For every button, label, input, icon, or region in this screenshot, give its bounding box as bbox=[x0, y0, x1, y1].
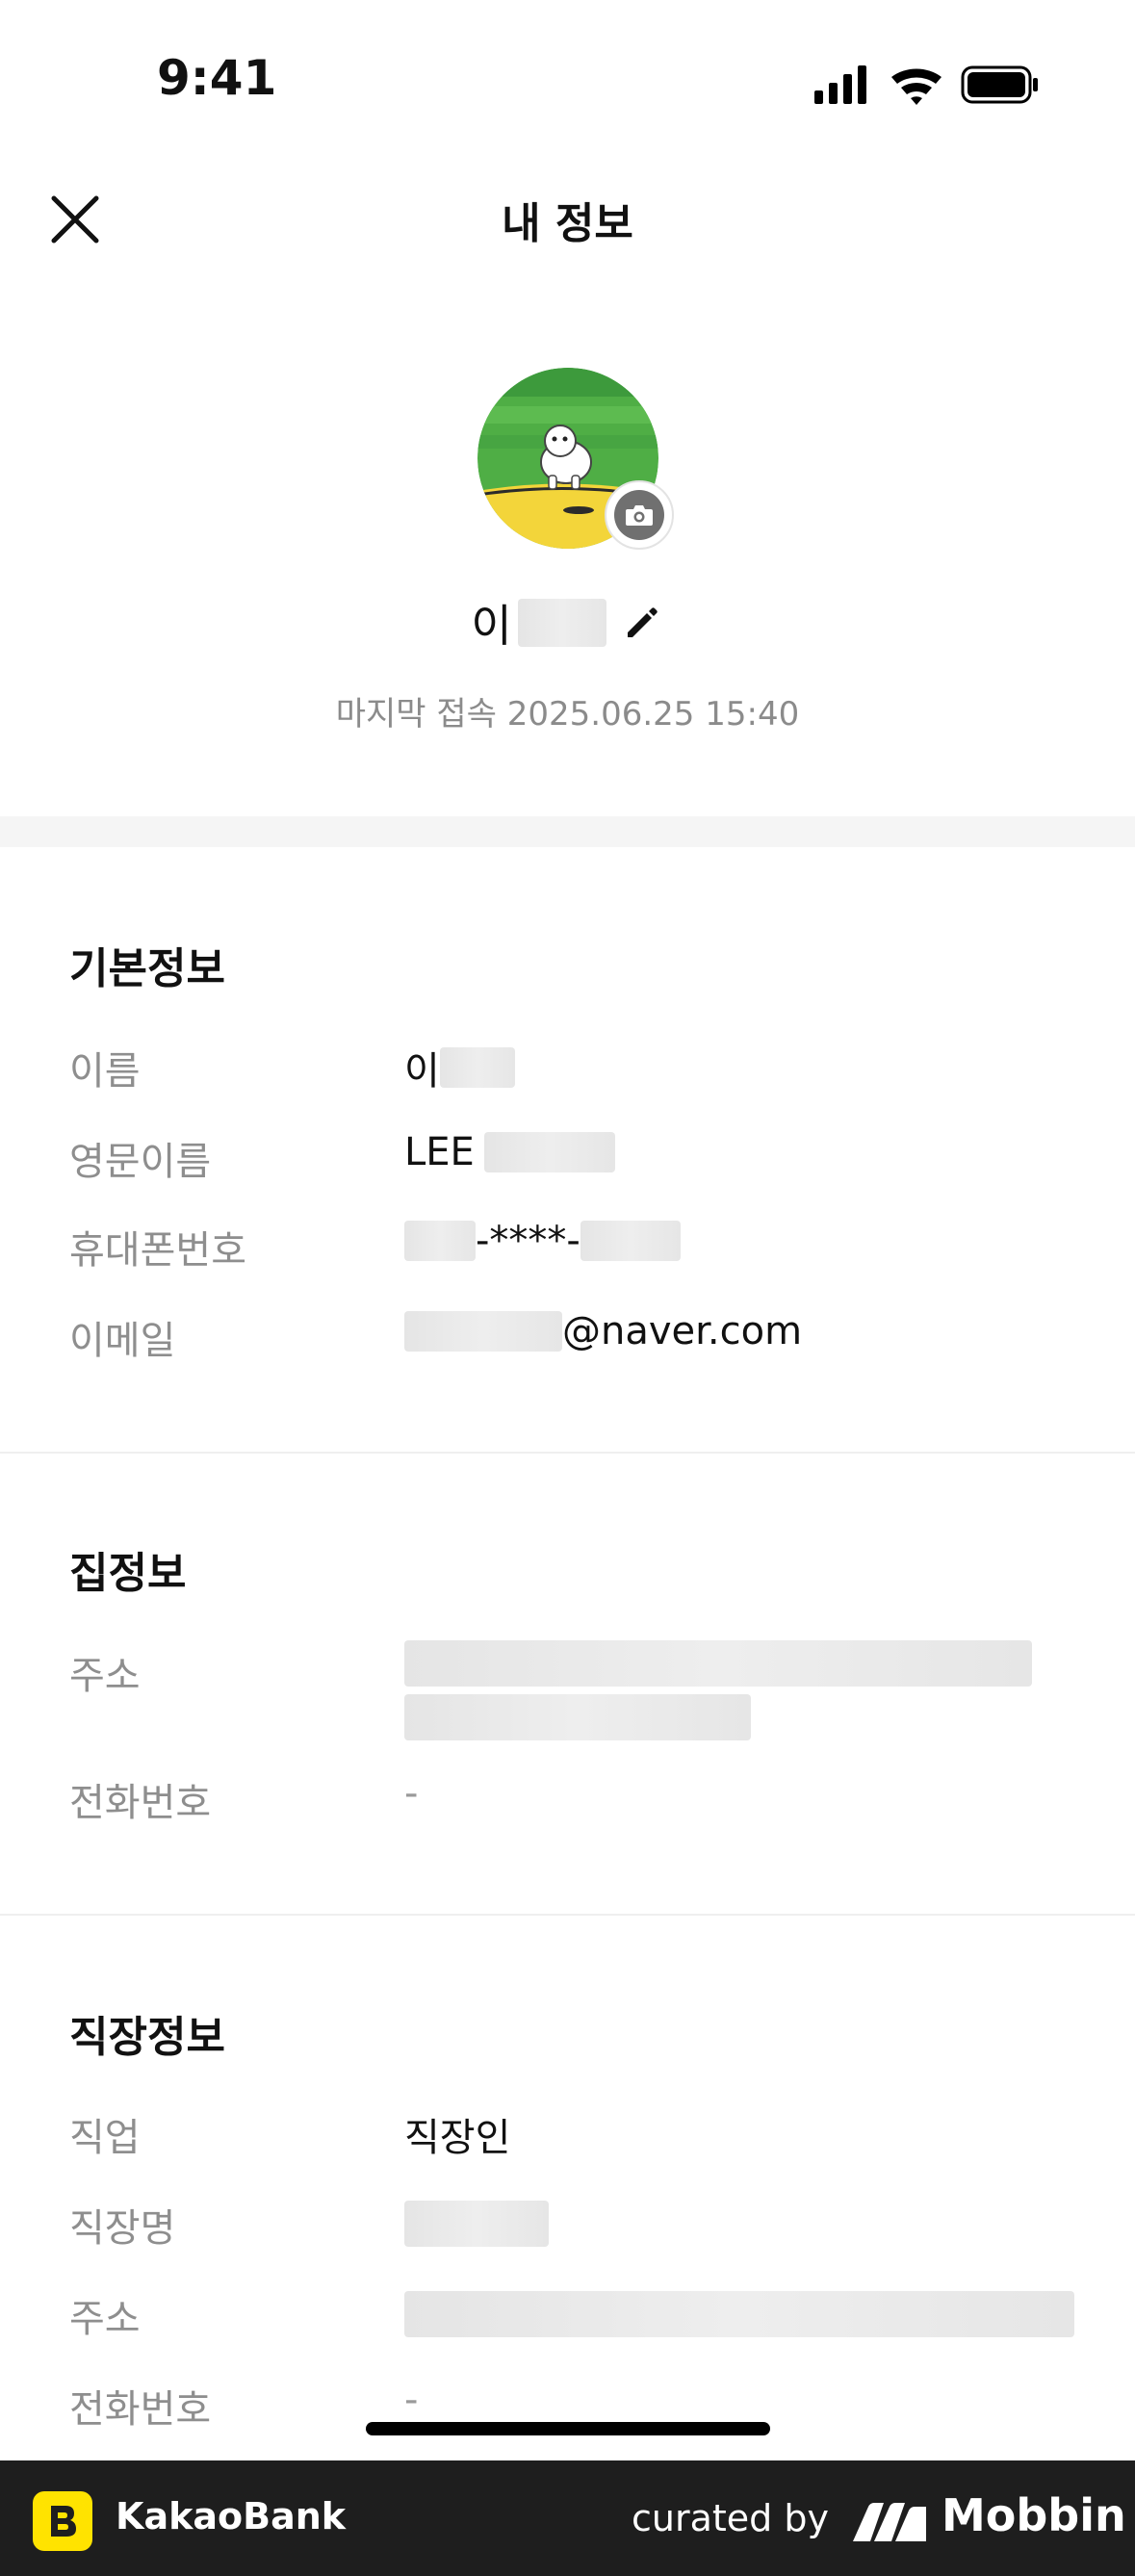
work-info-title: 직장정보 bbox=[69, 2013, 225, 2062]
name-value: 이 bbox=[404, 1040, 515, 1095]
last-login: 마지막 접속 2025.06.25 15:40 bbox=[335, 695, 800, 734]
section-divider bbox=[0, 816, 1135, 847]
job-value: 직장인 bbox=[404, 2116, 511, 2160]
redacted-name bbox=[439, 1047, 515, 1088]
name-label: 이름 bbox=[69, 1049, 141, 1094]
mobbin-brand: Mobbin bbox=[942, 2489, 1126, 2541]
home-address-label: 주소 bbox=[69, 1654, 141, 1698]
redacted-phone-suffix bbox=[580, 1221, 681, 1261]
section-divider bbox=[0, 1914, 1135, 1916]
work-phone-value: - bbox=[404, 2378, 419, 2422]
curated-by-label: curated by bbox=[632, 2497, 829, 2539]
basic-info-title: 기본정보 bbox=[69, 944, 225, 993]
home-indicator bbox=[366, 2422, 770, 2435]
signal-icon bbox=[814, 65, 866, 104]
edit-name-button[interactable] bbox=[620, 601, 664, 645]
kakaobank-b-icon bbox=[51, 2506, 76, 2537]
mobile-value: -****- bbox=[404, 1219, 681, 1263]
redacted-phone-prefix bbox=[404, 1221, 476, 1261]
redacted-name bbox=[517, 599, 606, 647]
change-photo-button[interactable] bbox=[605, 480, 674, 550]
battery-icon bbox=[961, 65, 1038, 104]
redacted-home-address-line1 bbox=[404, 1640, 1032, 1687]
status-icons bbox=[814, 65, 1038, 105]
kakaobank-logo-icon bbox=[33, 2491, 92, 2551]
profile-name-row: 이 bbox=[0, 589, 1135, 657]
job-label: 직업 bbox=[69, 2116, 141, 2160]
redacted-work-address bbox=[404, 2291, 1074, 2337]
profile-name: 이 bbox=[471, 600, 512, 652]
wifi-icon bbox=[891, 68, 942, 105]
section-divider bbox=[0, 1452, 1135, 1454]
redacted-home-address-line2 bbox=[404, 1694, 751, 1740]
camera-icon bbox=[626, 505, 653, 526]
page-title: 내 정보 bbox=[502, 199, 633, 248]
mobbin-logo-icon bbox=[853, 2503, 926, 2541]
work-address-label: 주소 bbox=[69, 2297, 141, 2341]
mobile-label: 휴대폰번호 bbox=[69, 1228, 246, 1273]
pencil-icon bbox=[627, 607, 658, 637]
redacted-email bbox=[404, 1311, 562, 1352]
work-phone-label: 전화번호 bbox=[69, 2387, 212, 2432]
status-time: 9:41 bbox=[157, 50, 277, 106]
email-value: @naver.com bbox=[404, 1309, 802, 1353]
english-name-value: LEE bbox=[404, 1130, 615, 1174]
english-name-label: 영문이름 bbox=[69, 1140, 212, 1184]
redacted-english-name bbox=[483, 1132, 615, 1172]
redacted-company bbox=[404, 2201, 549, 2247]
email-label: 이메일 bbox=[69, 1319, 176, 1363]
home-info-title: 집정보 bbox=[69, 1549, 187, 1598]
home-phone-label: 전화번호 bbox=[69, 1781, 212, 1825]
home-phone-value: - bbox=[404, 1771, 419, 1816]
app-name: KakaoBank bbox=[116, 2495, 347, 2537]
company-label: 직장명 bbox=[69, 2206, 176, 2251]
